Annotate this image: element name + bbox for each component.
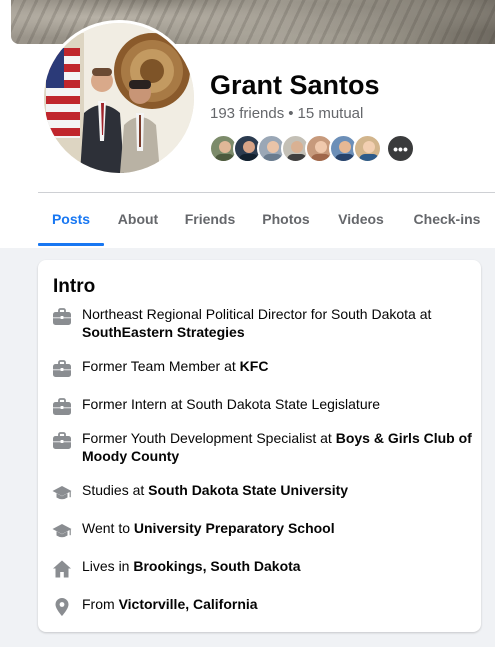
mutual-friends-avatars: ••• bbox=[209, 134, 419, 164]
briefcase-icon bbox=[53, 308, 71, 325]
intro-item-hometown: From Victorville, California bbox=[52, 595, 472, 617]
intro-title: Intro bbox=[53, 276, 96, 297]
intro-item-prefix: Former Intern at South Dakota State Legi… bbox=[82, 396, 381, 412]
graduation-cap-icon bbox=[52, 486, 72, 500]
intro-item-text: Former Youth Development Specialist at B… bbox=[82, 429, 472, 465]
location-pin-icon bbox=[55, 598, 69, 616]
more-friends-icon[interactable]: ••• bbox=[386, 134, 415, 163]
intro-item-prefix: From bbox=[82, 596, 119, 612]
intro-item-link[interactable]: South Dakota State University bbox=[148, 482, 348, 498]
intro-item-text: Went to University Preparatory School bbox=[82, 519, 335, 537]
intro-item-work: Former Youth Development Specialist at B… bbox=[52, 429, 472, 465]
intro-item-prefix: Went to bbox=[82, 520, 134, 536]
intro-item-text: Former Intern at South Dakota State Legi… bbox=[82, 395, 380, 413]
intro-item-prefix: Former Team Member at bbox=[82, 358, 240, 374]
tab-videos[interactable]: Videos bbox=[328, 197, 394, 244]
intro-item-link[interactable]: Victorville, California bbox=[119, 596, 258, 612]
friends-summary[interactable]: 193 friends • 15 mutual bbox=[210, 105, 363, 122]
intro-item-text: Former Team Member at KFC bbox=[82, 357, 268, 375]
intro-item-text: Studies at South Dakota State University bbox=[82, 481, 348, 499]
intro-item-text: From Victorville, California bbox=[82, 595, 258, 613]
intro-item-link[interactable]: KFC bbox=[240, 358, 269, 374]
tab-friends[interactable]: Friends bbox=[176, 197, 244, 244]
profile-name: Grant Santos bbox=[210, 70, 380, 100]
intro-item-prefix: Former Youth Development Specialist at bbox=[82, 430, 336, 446]
intro-item-residence: Lives in Brookings, South Dakota bbox=[52, 557, 472, 579]
friends-count[interactable]: 193 friends bbox=[210, 105, 284, 122]
intro-item-prefix: Northeast Regional Political Director fo… bbox=[82, 306, 432, 322]
briefcase-icon bbox=[53, 398, 71, 415]
home-icon bbox=[53, 560, 71, 578]
profile-picture[interactable] bbox=[41, 20, 197, 176]
intro-item-link[interactable]: SouthEastern Strategies bbox=[82, 324, 245, 340]
intro-item-prefix: Studies at bbox=[82, 482, 149, 498]
intro-item-work: Former Intern at South Dakota State Legi… bbox=[52, 395, 472, 417]
profile-photo-image bbox=[44, 23, 194, 173]
tab-about[interactable]: About bbox=[106, 197, 170, 244]
profile-tabs: Posts About Friends Photos Videos Check-… bbox=[38, 197, 495, 247]
intro-item-link[interactable]: Brookings, South Dakota bbox=[133, 558, 300, 574]
intro-card: Intro Northeast Regional Political Direc… bbox=[38, 260, 481, 632]
mutual-friends-count[interactable]: 15 mutual bbox=[297, 105, 363, 122]
intro-item-work: Former Team Member at KFC bbox=[52, 357, 472, 379]
intro-item-education: Went to University Preparatory School bbox=[52, 519, 472, 541]
graduation-cap-icon bbox=[52, 524, 72, 538]
briefcase-icon bbox=[53, 360, 71, 377]
intro-item-education: Studies at South Dakota State University bbox=[52, 481, 472, 503]
tab-posts[interactable]: Posts bbox=[38, 197, 104, 246]
intro-item-prefix: Lives in bbox=[82, 558, 134, 574]
intro-item-link[interactable]: University Preparatory School bbox=[134, 520, 335, 536]
intro-item-work: Northeast Regional Political Director fo… bbox=[52, 305, 472, 341]
intro-item-text: Lives in Brookings, South Dakota bbox=[82, 557, 301, 575]
intro-item-text: Northeast Regional Political Director fo… bbox=[82, 305, 472, 341]
tab-photos[interactable]: Photos bbox=[253, 197, 319, 244]
briefcase-icon bbox=[53, 432, 71, 449]
header-divider bbox=[38, 192, 495, 193]
mutual-friend-avatar[interactable] bbox=[353, 134, 382, 163]
separator-dot: • bbox=[288, 105, 294, 122]
tab-check-ins[interactable]: Check-ins bbox=[406, 197, 488, 244]
